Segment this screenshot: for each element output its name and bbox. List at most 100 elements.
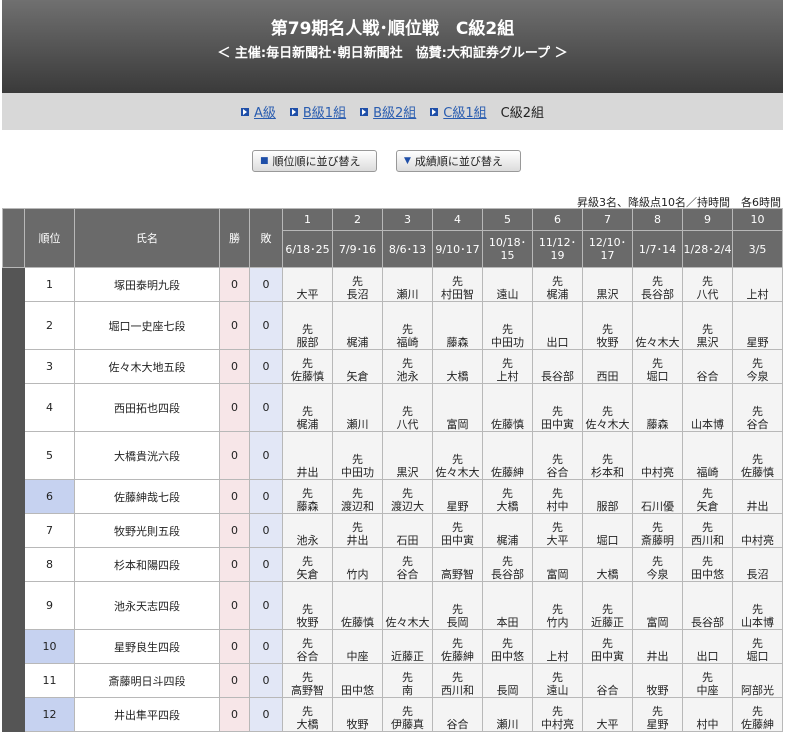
game-cell: 先佐藤紳 — [732, 697, 783, 732]
game-cell: 先牧野 — [282, 581, 333, 630]
sort-by-rank-button[interactable]: ■ 順位順に並び替え — [252, 150, 377, 172]
win-count: 0 — [219, 629, 250, 664]
game-cell: 中村亮 — [732, 513, 783, 548]
table-row: 7 牧野光則五段 0 0 池永先井出 石田先田中寅 梶浦先大平 堀口先斎藤明先西川和 中村亮 — [2, 513, 783, 548]
game-cell: 梶浦 — [332, 301, 383, 350]
game-cell: 先谷合 — [382, 547, 433, 582]
round-header: 10 — [732, 208, 783, 231]
game-cell: 富岡 — [632, 581, 683, 630]
opponent-name: 高野智 — [441, 568, 474, 581]
opponent-name: 上村 — [496, 370, 519, 383]
row-gutter — [2, 547, 25, 582]
round-date: 6/18･25 — [282, 230, 333, 268]
sente-mark: 先 — [502, 637, 513, 650]
game-cell: 牧野 — [332, 697, 383, 732]
row-gutter — [2, 513, 25, 548]
table-row: 8 杉本和陽四段 0 0 先矢倉 竹内先谷合 高野智先長谷部 富岡 大橋先今泉先田中悠 長沼 — [2, 547, 783, 582]
nav-item-a[interactable]: A級 — [240, 102, 276, 121]
game-cell: 先村中 — [532, 479, 583, 514]
round-header: 6 — [532, 208, 583, 231]
game-cell: 先八代 — [382, 383, 433, 432]
row-gutter-header — [2, 208, 25, 268]
sente-mark: 先 — [402, 671, 413, 684]
nav-item-b2[interactable]: B級2組 — [360, 102, 416, 121]
opponent-name: 牧野 — [296, 616, 319, 629]
opponent-name: 牧野 — [346, 718, 369, 731]
nav-link-b2[interactable]: B級2組 — [373, 102, 416, 121]
win-count: 0 — [219, 349, 250, 384]
opponent-name: 村田智 — [441, 288, 474, 301]
opponent-name: 大橋 — [496, 500, 519, 513]
sente-mark: 先 — [302, 671, 313, 684]
round-date: 7/9･16 — [332, 230, 383, 268]
game-cell: 先斎藤明 — [632, 513, 683, 548]
rank-cell: 4 — [24, 383, 75, 432]
table-row: 6 佐藤紳哉七段 0 0 先藤森先渡辺和先渡辺大 星野先大橋先村中 服部 石川優先矢倉 井出 — [2, 479, 783, 514]
sente-mark: 先 — [302, 323, 313, 336]
game-cell: 出口 — [682, 629, 733, 664]
game-cell: 先大橋 — [282, 697, 333, 732]
round-header: 7 — [582, 208, 633, 231]
opponent-name: 藤森 — [446, 336, 469, 349]
game-cell: 中座 — [332, 629, 383, 664]
loss-count: 0 — [249, 629, 283, 664]
game-cell: 先伊藤真 — [382, 697, 433, 732]
nav-link-b1[interactable]: B級1組 — [303, 102, 346, 121]
player-name: 塚田泰明九段 — [74, 267, 220, 302]
sente-mark: 先 — [752, 357, 763, 370]
game-cell: 先渡辺大 — [382, 479, 433, 514]
rank-cell: 5 — [24, 431, 75, 480]
rank-cell: 10 — [24, 629, 75, 664]
game-cell: 福崎 — [682, 431, 733, 480]
sente-mark: 先 — [502, 555, 513, 568]
square-icon: ■ — [260, 156, 269, 166]
opponent-name: 谷合 — [746, 418, 769, 431]
sort-by-score-button[interactable]: ▼ 成績順に並び替え — [396, 150, 521, 172]
nav-item-c1[interactable]: C級1組 — [430, 102, 487, 121]
opponent-name: 八代 — [696, 288, 719, 301]
sente-mark: 先 — [602, 323, 613, 336]
sente-mark: 先 — [602, 603, 613, 616]
sente-mark: 先 — [502, 357, 513, 370]
rank-cell: 8 — [24, 547, 75, 582]
sente-mark: 先 — [302, 637, 313, 650]
opponent-name: 近藤正 — [591, 616, 624, 629]
round-header: 3 — [382, 208, 433, 231]
opponent-name: 谷合 — [446, 718, 469, 731]
sente-mark: 先 — [452, 275, 463, 288]
game-cell: 先星野 — [632, 697, 683, 732]
game-cell: 西田 — [582, 349, 633, 384]
opponent-name: 瀬川 — [396, 288, 419, 301]
game-cell: 矢倉 — [332, 349, 383, 384]
sente-mark: 先 — [752, 603, 763, 616]
game-cell: 近藤正 — [382, 629, 433, 664]
nav-link-a[interactable]: A級 — [254, 102, 276, 121]
game-cell: 先西川和 — [682, 513, 733, 548]
row-gutter — [2, 479, 25, 514]
nav-link-c1[interactable]: C級1組 — [443, 102, 486, 121]
nav-item-b1[interactable]: B級1組 — [289, 102, 346, 121]
round-date: 10/18･15 — [482, 230, 533, 268]
game-cell: 先谷合 — [732, 383, 783, 432]
player-name: 堀口一史座七段 — [74, 301, 220, 350]
arrow-right-icon — [430, 107, 439, 116]
game-cell: 谷合 — [432, 697, 483, 732]
sente-mark: 先 — [702, 671, 713, 684]
game-cell: 先佐藤紳 — [432, 629, 483, 664]
sente-mark: 先 — [702, 521, 713, 534]
game-cell: 長谷部 — [682, 581, 733, 630]
arrow-right-icon — [360, 107, 369, 116]
page-subtitle: ＜ 主催:毎日新聞社･朝日新聞社 協賛:大和証券グループ ＞ — [217, 46, 568, 61]
game-cell: 先佐々木大 — [582, 383, 633, 432]
game-cell: 星野 — [432, 479, 483, 514]
row-gutter — [2, 383, 25, 432]
opponent-name: 村中 — [546, 500, 569, 513]
game-cell: 先田中悠 — [482, 629, 533, 664]
game-cell: 先渡辺和 — [332, 479, 383, 514]
round-header: 4 — [432, 208, 483, 231]
opponent-name: 矢倉 — [296, 568, 319, 581]
game-cell: 先長沼 — [332, 267, 383, 302]
round-date: 1/7･14 — [632, 230, 683, 268]
opponent-name: 黒沢 — [696, 336, 719, 349]
row-gutter — [2, 349, 25, 384]
